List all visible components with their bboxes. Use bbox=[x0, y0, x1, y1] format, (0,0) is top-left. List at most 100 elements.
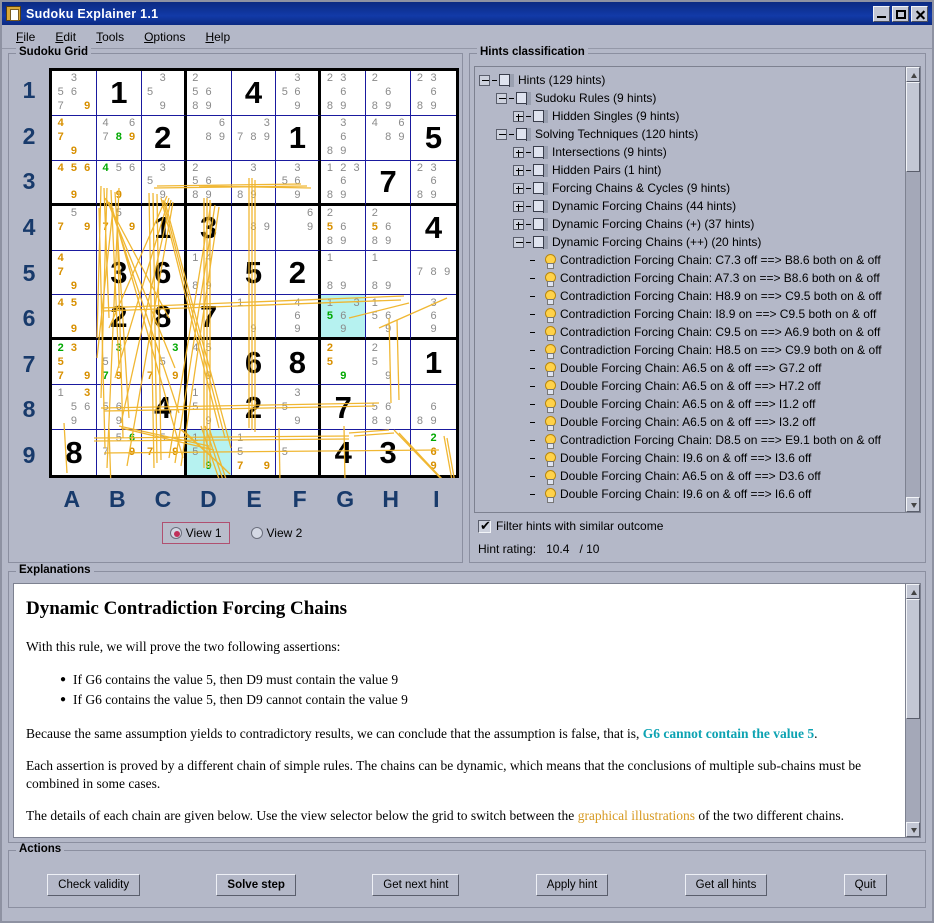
scroll-up-icon[interactable] bbox=[906, 67, 920, 82]
hints-tree[interactable]: Hints (129 hints) Sudoku Rules (9 hints) H… bbox=[475, 67, 905, 512]
radio-view-1[interactable]: View 1 bbox=[161, 522, 230, 544]
tree-group-node[interactable]: Intersections (9 hints) bbox=[479, 143, 905, 161]
cell-A5[interactable]: 479 bbox=[52, 250, 97, 296]
cell-D8[interactable]: 159 bbox=[186, 385, 232, 431]
cell-E3[interactable]: 3 89 bbox=[231, 160, 277, 206]
graphical-illustrations-link[interactable]: graphical illustrations bbox=[578, 808, 695, 823]
cell-H8[interactable]: 5689 bbox=[366, 385, 412, 431]
cell-A4[interactable]: 57 9 bbox=[52, 205, 97, 251]
cell-H7[interactable]: 259 bbox=[366, 340, 412, 386]
tree-group-node[interactable]: Dynamic Forcing Chains (+) (37 hints) bbox=[479, 215, 905, 233]
cell-E8[interactable]: 2 bbox=[231, 385, 277, 431]
cell-D4[interactable]: 3 bbox=[186, 205, 232, 251]
cell-D7[interactable]: 45 9 bbox=[186, 340, 232, 386]
tree-group-node[interactable]: Hidden Singles (9 hints) bbox=[479, 107, 905, 125]
cell-A7[interactable]: 2357 9 bbox=[52, 340, 97, 386]
cell-F1[interactable]: 3569 bbox=[276, 71, 322, 116]
cell-I5[interactable]: 789 bbox=[411, 250, 456, 296]
cell-H2[interactable]: 4 689 bbox=[366, 115, 412, 161]
cell-F4[interactable]: 69 bbox=[276, 205, 322, 251]
tree-hint-item[interactable]: Double Forcing Chain: A6.5 on & off ==> … bbox=[479, 413, 905, 431]
tree-hint-item[interactable]: Contradiction Forcing Chain: H8.9 on ==>… bbox=[479, 287, 905, 305]
cell-G1[interactable]: 23689 bbox=[321, 71, 367, 116]
conclusion-link[interactable]: G6 cannot contain the value 5 bbox=[643, 726, 814, 741]
cell-B1[interactable]: 1 bbox=[96, 71, 142, 116]
sudoku-board[interactable]: 3567913592568943569236892689236894794678… bbox=[49, 68, 459, 478]
cell-A3[interactable]: 456 9 bbox=[52, 160, 97, 206]
collapse-icon[interactable] bbox=[479, 74, 490, 86]
cell-B4[interactable]: 57 9 bbox=[96, 205, 142, 251]
cell-A1[interactable]: 3567 9 bbox=[52, 71, 97, 116]
cell-H6[interactable]: 1569 bbox=[366, 295, 412, 341]
cell-C9[interactable]: 57 9 bbox=[141, 430, 187, 475]
menu-tools[interactable]: Tools bbox=[96, 30, 124, 44]
cell-H5[interactable]: 1 89 bbox=[366, 250, 412, 296]
cell-C6[interactable]: 8 bbox=[141, 295, 187, 341]
cell-D2[interactable]: 689 bbox=[186, 115, 232, 161]
hints-scrollbar[interactable] bbox=[905, 67, 920, 512]
tree-hint-item[interactable]: Double Forcing Chain: A6.5 on & off ==> … bbox=[479, 359, 905, 377]
apply-hint-button[interactable]: Apply hint bbox=[535, 874, 609, 896]
cell-C8[interactable]: 4 bbox=[141, 385, 187, 431]
cell-G5[interactable]: 1 89 bbox=[321, 250, 367, 296]
cell-D3[interactable]: 25689 bbox=[186, 160, 232, 206]
cell-B5[interactable]: 3 bbox=[96, 250, 142, 296]
cell-I2[interactable]: 5 bbox=[411, 115, 456, 161]
solve-step-button[interactable]: Solve step bbox=[216, 874, 296, 896]
cell-H3[interactable]: 7 bbox=[366, 160, 412, 206]
collapse-icon[interactable] bbox=[513, 236, 524, 248]
cell-F5[interactable]: 2 bbox=[276, 250, 322, 296]
cell-C5[interactable]: 6 bbox=[141, 250, 187, 296]
cell-G2[interactable]: 3689 bbox=[321, 115, 367, 161]
cell-A2[interactable]: 479 bbox=[52, 115, 97, 161]
cell-E1[interactable]: 4 bbox=[231, 71, 277, 116]
cell-F7[interactable]: 8 bbox=[276, 340, 322, 386]
cell-B6[interactable]: 2 bbox=[96, 295, 142, 341]
menu-help[interactable]: Help bbox=[205, 30, 230, 44]
cell-C3[interactable]: 359 bbox=[141, 160, 187, 206]
cell-E7[interactable]: 6 bbox=[231, 340, 277, 386]
cell-I3[interactable]: 23689 bbox=[411, 160, 456, 206]
minimize-button[interactable] bbox=[873, 5, 890, 22]
collapse-icon[interactable] bbox=[496, 128, 507, 140]
expand-icon[interactable] bbox=[513, 182, 524, 194]
cell-F8[interactable]: 359 bbox=[276, 385, 322, 431]
cell-H4[interactable]: 25689 bbox=[366, 205, 412, 251]
tree-hint-item[interactable]: Contradiction Forcing Chain: C9.5 on ==>… bbox=[479, 323, 905, 341]
scroll-thumb[interactable] bbox=[906, 82, 920, 172]
cell-D6[interactable]: 7 bbox=[186, 295, 232, 341]
close-icon[interactable] bbox=[911, 5, 928, 22]
cell-B8[interactable]: 569 bbox=[96, 385, 142, 431]
tree-group-node[interactable]: Hidden Pairs (1 hint) bbox=[479, 161, 905, 179]
cell-D9[interactable]: 1 59 bbox=[186, 430, 232, 475]
cell-G6[interactable]: 1 3 569 bbox=[321, 295, 367, 341]
cell-G3[interactable]: 123689 bbox=[321, 160, 367, 206]
tree-hint-item[interactable]: Contradiction Forcing Chain: A7.3 on ==>… bbox=[479, 269, 905, 287]
cell-A6[interactable]: 45 9 bbox=[52, 295, 97, 341]
cell-F2[interactable]: 1 bbox=[276, 115, 322, 161]
expand-icon[interactable] bbox=[513, 110, 524, 122]
filter-hints-checkbox[interactable] bbox=[478, 518, 491, 534]
tree-group-node[interactable]: Forcing Chains & Cycles (9 hints) bbox=[479, 179, 905, 197]
cell-D5[interactable]: 14 89 bbox=[186, 250, 232, 296]
cell-I9[interactable]: 2 69 bbox=[411, 430, 456, 475]
cell-G8[interactable]: 7 bbox=[321, 385, 367, 431]
cell-I7[interactable]: 1 bbox=[411, 340, 456, 386]
cell-G7[interactable]: 259 bbox=[321, 340, 367, 386]
collapse-icon[interactable] bbox=[496, 92, 507, 104]
tree-hint-item[interactable]: Double Forcing Chain: A6.5 on & off ==> … bbox=[479, 395, 905, 413]
tree-hint-item[interactable]: Contradiction Forcing Chain: I8.9 on ==>… bbox=[479, 305, 905, 323]
tree-hint-item[interactable]: Double Forcing Chain: I9.6 on & off ==> … bbox=[479, 449, 905, 467]
cell-D1[interactable]: 25689 bbox=[186, 71, 232, 116]
tree-hint-item[interactable]: Contradiction Forcing Chain: D8.5 on ==>… bbox=[479, 431, 905, 449]
scroll-down-icon[interactable] bbox=[906, 497, 920, 512]
scroll-down-icon[interactable] bbox=[906, 822, 920, 837]
cell-C4[interactable]: 1 bbox=[141, 205, 187, 251]
tree-hint-item[interactable]: Contradiction Forcing Chain: H8.5 on ==>… bbox=[479, 341, 905, 359]
expand-icon[interactable] bbox=[513, 200, 524, 212]
cell-E4[interactable]: 89 bbox=[231, 205, 277, 251]
tree-hint-item[interactable]: Double Forcing Chain: A6.5 on & off ==> … bbox=[479, 467, 905, 485]
cell-E5[interactable]: 5 bbox=[231, 250, 277, 296]
menu-edit[interactable]: Edit bbox=[55, 30, 76, 44]
scroll-track[interactable] bbox=[906, 82, 920, 497]
